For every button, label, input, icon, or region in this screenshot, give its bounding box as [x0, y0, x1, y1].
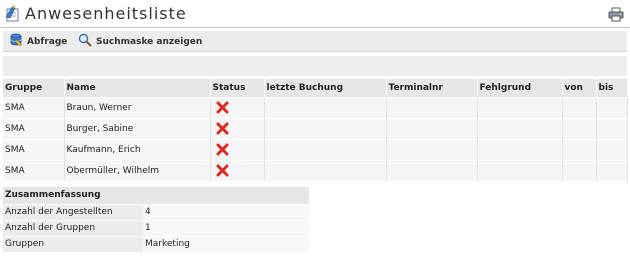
cell-fehlgrund	[477, 96, 563, 118]
summary-table: Zusammenfassung Anzahl der Angestellten …	[3, 187, 309, 252]
table-header-row: Gruppe Name Status letzte Buchung Termin…	[3, 79, 628, 97]
summary-row: Anzahl der Angestellten 4	[3, 203, 309, 220]
column-header-terminalnr[interactable]: Terminalnr	[386, 79, 478, 97]
cell-letzte-buchung	[264, 96, 387, 118]
cell-name: Kaufmann, Erich	[64, 138, 211, 160]
cell-name: Burger, Sabine	[64, 117, 211, 139]
filter-bar	[3, 56, 627, 76]
absent-x-icon	[216, 122, 229, 135]
cell-name: Obermüller, Wilhelm	[64, 159, 211, 181]
cell-von	[562, 96, 597, 118]
cell-terminalnr	[386, 117, 478, 139]
cell-von	[562, 159, 597, 181]
column-header-fehlgrund[interactable]: Fehlgrund	[477, 79, 563, 97]
summary-row: Gruppen Marketing	[3, 235, 309, 252]
column-header-name[interactable]: Name	[64, 79, 211, 97]
cell-von	[562, 117, 597, 139]
column-header-letzte-buchung[interactable]: letzte Buchung	[264, 79, 387, 97]
cell-gruppe: SMA	[3, 117, 65, 139]
cell-von	[562, 138, 597, 160]
cell-fehlgrund	[477, 138, 563, 160]
summary-label: Anzahl der Gruppen	[3, 219, 143, 236]
cell-fehlgrund	[477, 159, 563, 181]
abfrage-label: Abfrage	[27, 36, 68, 47]
abfrage-button[interactable]: Abfrage	[9, 33, 68, 50]
report-list-icon	[4, 5, 22, 23]
cell-status	[210, 138, 265, 160]
cell-gruppe: SMA	[3, 138, 65, 160]
cell-terminalnr	[386, 138, 478, 160]
cell-status	[210, 117, 265, 139]
absent-x-icon	[216, 143, 229, 156]
column-header-status[interactable]: Status	[210, 79, 265, 97]
cell-bis	[596, 159, 628, 181]
print-icon[interactable]	[608, 7, 624, 22]
toolbar: Abfrage Suchmaske anzeigen	[3, 31, 627, 52]
table-row[interactable]: SMA Burger, Sabine	[3, 117, 628, 139]
cell-fehlgrund	[477, 117, 563, 139]
summary-heading: Zusammenfassung	[3, 187, 309, 204]
cell-letzte-buchung	[264, 138, 387, 160]
column-header-von[interactable]: von	[562, 79, 597, 97]
summary-value: 4	[143, 203, 309, 220]
absent-x-icon	[216, 101, 229, 114]
cell-status	[210, 96, 265, 118]
summary-row: Anzahl der Gruppen 1	[3, 219, 309, 236]
page-title: Anwesenheitsliste	[25, 4, 187, 23]
summary-label: Anzahl der Angestellten	[3, 203, 143, 220]
suchmaske-label: Suchmaske anzeigen	[96, 36, 203, 47]
table-row[interactable]: SMA Kaufmann, Erich	[3, 138, 628, 160]
cell-bis	[596, 138, 628, 160]
attendance-table: Gruppe Name Status letzte Buchung Termin…	[3, 79, 628, 181]
title-bar: Anwesenheitsliste	[0, 0, 630, 29]
search-icon	[78, 33, 96, 50]
column-header-bis[interactable]: bis	[596, 79, 628, 97]
absent-x-icon	[216, 164, 229, 177]
summary-value: Marketing	[143, 235, 309, 252]
cell-status	[210, 159, 265, 181]
cell-bis	[596, 96, 628, 118]
table-row[interactable]: SMA Obermüller, Wilhelm	[3, 159, 628, 181]
summary-value: 1	[143, 219, 309, 236]
query-icon	[9, 33, 27, 50]
cell-terminalnr	[386, 159, 478, 181]
cell-bis	[596, 117, 628, 139]
column-header-gruppe[interactable]: Gruppe	[3, 79, 65, 97]
table-row[interactable]: SMA Braun, Werner	[3, 96, 628, 118]
cell-name: Braun, Werner	[64, 96, 211, 118]
title-divider	[0, 27, 630, 28]
cell-letzte-buchung	[264, 117, 387, 139]
suchmaske-anzeigen-button[interactable]: Suchmaske anzeigen	[78, 33, 203, 50]
summary-label: Gruppen	[3, 235, 143, 252]
cell-letzte-buchung	[264, 159, 387, 181]
cell-terminalnr	[386, 96, 478, 118]
cell-gruppe: SMA	[3, 159, 65, 181]
cell-gruppe: SMA	[3, 96, 65, 118]
